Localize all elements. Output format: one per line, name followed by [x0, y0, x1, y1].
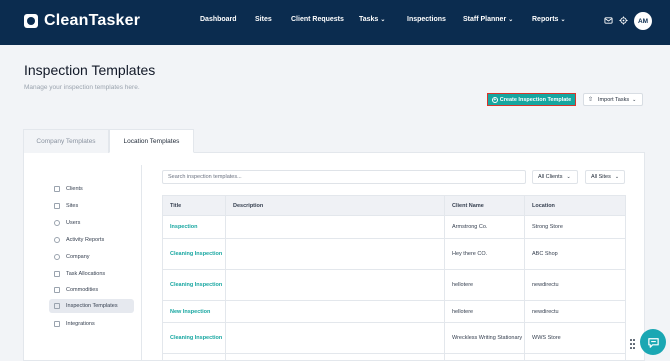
chevron-down-icon: ⌄ — [560, 17, 566, 23]
template-description — [226, 270, 444, 300]
chevron-down-icon: ⌄ — [508, 17, 514, 23]
column-header-description[interactable]: Description — [226, 196, 263, 216]
search-input[interactable] — [162, 170, 526, 184]
sidebar-item-sites[interactable]: Sites — [49, 199, 134, 213]
template-title[interactable]: New Inspection — [163, 301, 225, 322]
column-header-title[interactable]: Title — [163, 196, 181, 216]
location: newdirectu — [532, 282, 559, 288]
logo-icon — [24, 14, 38, 28]
template-title[interactable]: Cleaning Inspection — [163, 323, 225, 353]
site-icon — [54, 203, 60, 209]
template-description — [226, 216, 444, 238]
clients-filter-select[interactable]: All Clients ⌄ — [532, 170, 578, 184]
nav-staff-planner[interactable]: Staff Planner ⌄ — [463, 16, 513, 28]
template-title[interactable]: Inspection — [163, 216, 225, 238]
sidebar-item-users[interactable]: Users — [49, 216, 134, 230]
top-navbar: CleanTasker Dashboard Sites Client Reque… — [0, 0, 670, 45]
client-name: Armstrong Co. — [452, 224, 488, 230]
page-title: Inspection Templates — [24, 62, 156, 78]
table-row[interactable]: Cleaning Inspection Hey there CO. ABC Sh… — [163, 239, 625, 270]
avatar[interactable]: AM — [634, 12, 652, 30]
nav-reports[interactable]: Reports ⌄ — [532, 16, 565, 28]
table-row[interactable]: New Inspection hellotere newdirectu — [163, 301, 625, 323]
drag-handle-icon[interactable] — [630, 339, 636, 351]
table-header: Title Description Client Name Location — [163, 195, 625, 216]
template-description — [226, 323, 444, 353]
sidebar-item-company[interactable]: Company — [49, 250, 134, 264]
column-header-client-name[interactable]: Client Name — [445, 196, 484, 216]
client-name: hellotere — [452, 308, 474, 315]
tab-company-templates[interactable]: Company Templates — [23, 129, 109, 153]
location: newdirectu — [532, 308, 559, 315]
sidebar-item-commodities[interactable]: Commodities — [49, 283, 134, 297]
calendar-icon — [54, 271, 60, 277]
nav-tasks[interactable]: Tasks ⌄ — [359, 16, 385, 28]
box-icon — [54, 287, 60, 293]
chat-support-button[interactable] — [640, 329, 666, 355]
nav-dashboard[interactable]: Dashboard — [200, 16, 237, 28]
tab-location-templates[interactable]: Location Templates — [109, 129, 194, 153]
template-title[interactable]: Cleaning Inspection — [163, 239, 225, 269]
sidebar-divider — [141, 165, 142, 361]
upload-icon: ⇧ — [588, 97, 594, 103]
location: Strong Store — [532, 224, 563, 230]
logo[interactable]: CleanTasker — [24, 12, 140, 30]
gear-icon[interactable] — [619, 16, 628, 25]
import-tasks-button[interactable]: ⇧ Import Tasks ⌄ — [583, 93, 643, 106]
nav-inspections[interactable]: Inspections — [407, 16, 446, 28]
page-subtitle: Manage your inspection templates here. — [24, 84, 140, 91]
chat-icon — [647, 337, 659, 348]
client-name: Hey there CO. — [452, 251, 488, 257]
sidebar-item-integrations[interactable]: Integrations — [49, 317, 134, 331]
mail-icon[interactable] — [604, 16, 613, 25]
sidebar-item-task-allocations[interactable]: Task Allocations — [49, 267, 134, 281]
plus-circle-icon: + — [491, 96, 498, 103]
plug-icon — [54, 321, 60, 327]
template-description — [226, 239, 444, 269]
users-icon — [54, 220, 60, 226]
sites-filter-select[interactable]: All Sites ⌄ — [585, 170, 625, 184]
chevron-down-icon: ⌄ — [380, 17, 386, 23]
nav-sites[interactable]: Sites — [255, 16, 272, 28]
template-title[interactable]: Cleaning Inspection — [163, 270, 225, 300]
table-row[interactable]: Inspection Armstrong Co. Strong Store — [163, 216, 625, 239]
sidebar-item-inspection-templates[interactable]: Inspection Templates — [49, 299, 134, 313]
templates-table: Title Description Client Name Location I… — [162, 195, 626, 361]
chevron-down-icon: ⌄ — [632, 96, 637, 103]
chevron-down-icon: ⌄ — [566, 174, 571, 180]
activity-icon — [54, 237, 60, 243]
brand-name: CleanTasker — [44, 12, 141, 29]
company-icon — [54, 254, 60, 260]
sidebar-item-clients[interactable]: Clients — [49, 182, 134, 196]
location: WWS Store — [532, 335, 561, 341]
building-icon — [54, 186, 60, 192]
column-header-location[interactable]: Location — [525, 196, 555, 216]
list-icon — [54, 303, 60, 309]
nav-client-requests[interactable]: Client Requests — [291, 16, 344, 28]
create-inspection-template-button[interactable]: + Create Inspection Template — [487, 93, 576, 106]
chevron-down-icon: ⌄ — [614, 174, 620, 180]
template-description — [226, 301, 444, 322]
sidebar-item-activity-reports[interactable]: Activity Reports — [49, 233, 134, 247]
table-row[interactable]: Cleaning Inspection Wreckless Writing St… — [163, 323, 625, 354]
table-row[interactable]: Cleaning Inspection hellotere newdirectu — [163, 270, 625, 301]
client-name: Wreckless Writing Stationary — [452, 335, 523, 341]
location: ABC Shop — [532, 251, 558, 257]
client-name: hellotere — [452, 282, 474, 288]
